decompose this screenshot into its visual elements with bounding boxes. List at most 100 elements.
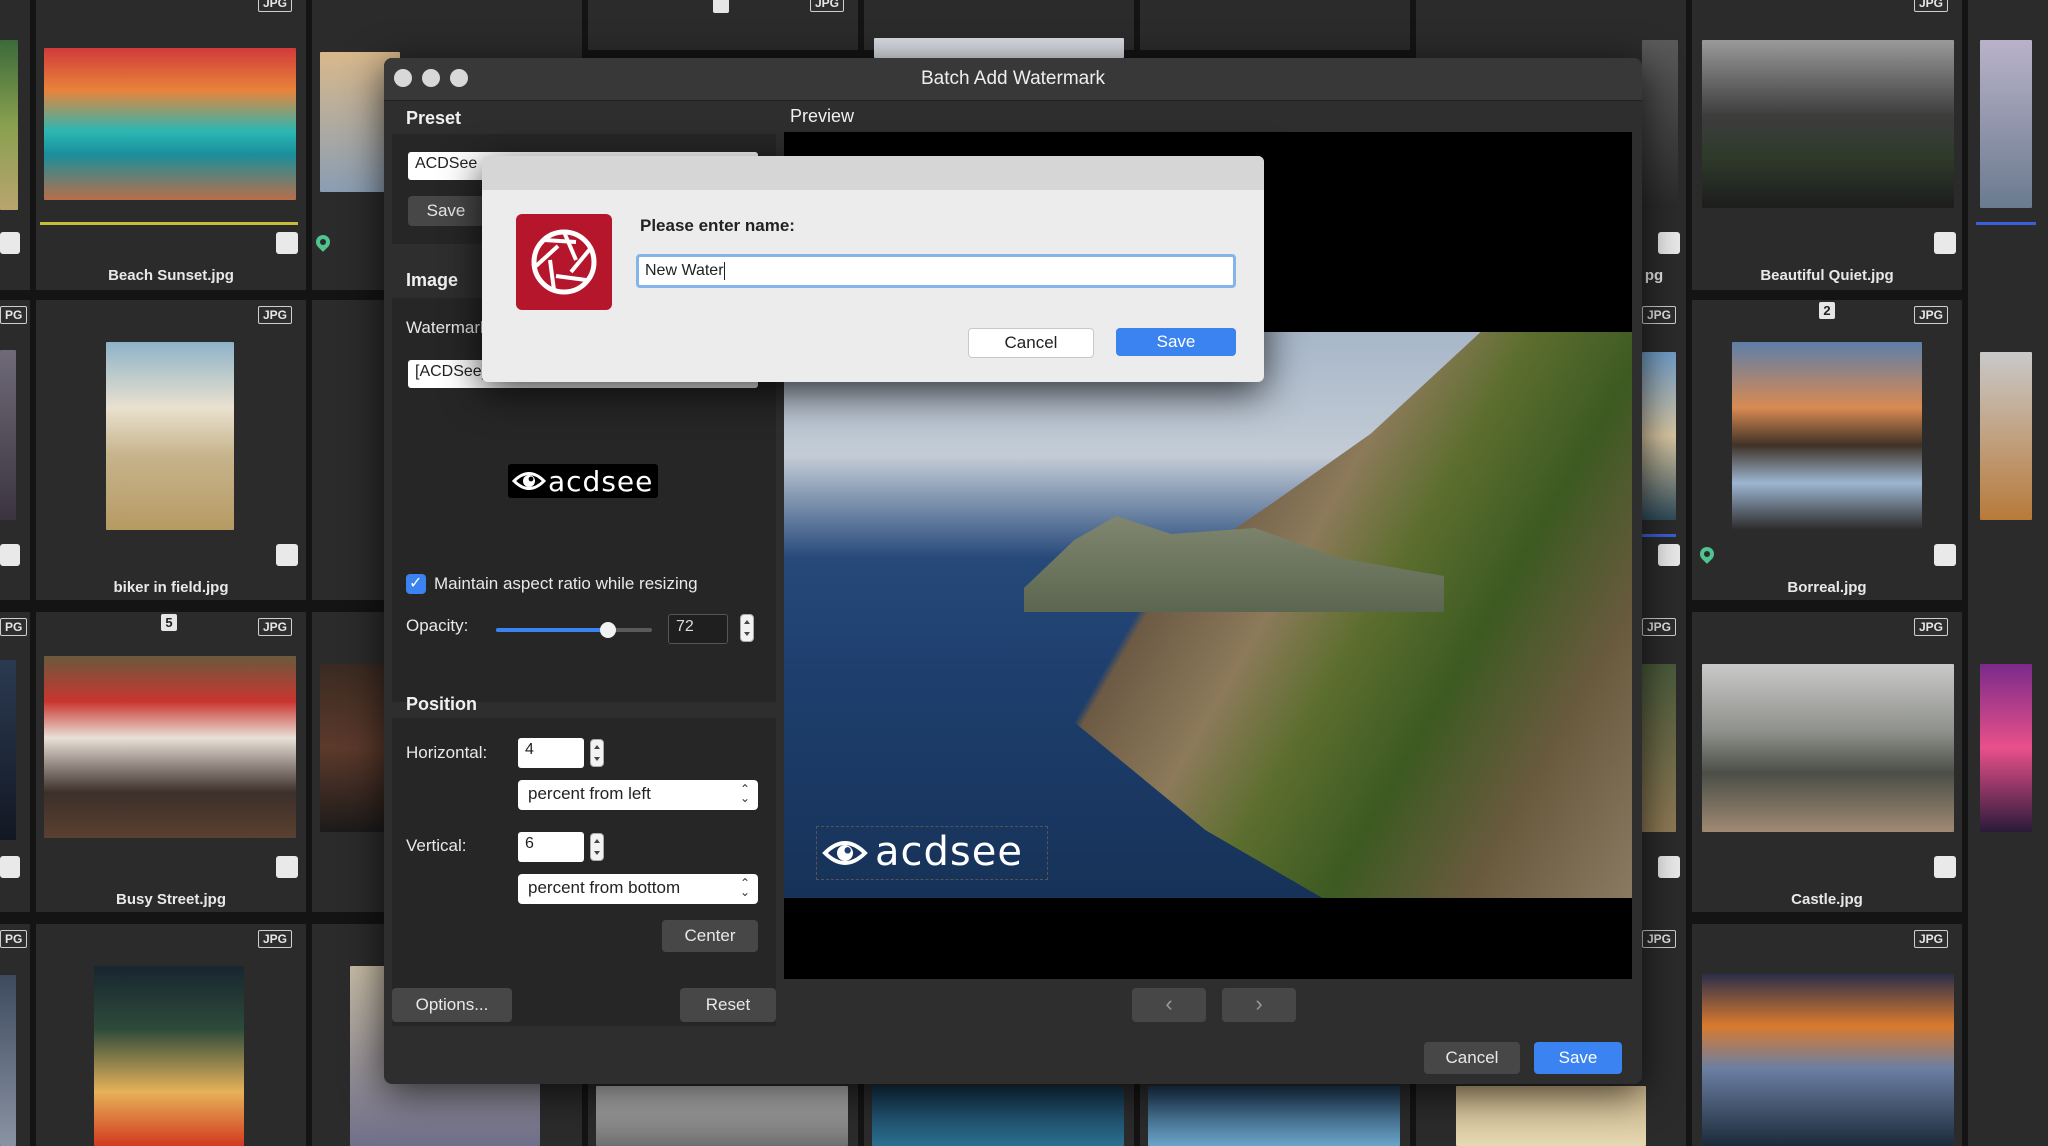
thumbnail-cell[interactable] bbox=[1140, 0, 1410, 50]
center-button[interactable]: Center bbox=[662, 920, 758, 952]
select-checkbox[interactable] bbox=[276, 544, 298, 566]
acdsee-eye-icon bbox=[822, 841, 868, 865]
cancel-button[interactable]: Cancel bbox=[1424, 1042, 1520, 1074]
thumbnail-image bbox=[1702, 664, 1954, 832]
preview-watermark: acdsee bbox=[816, 826, 1048, 880]
next-image-button[interactable]: › bbox=[1222, 988, 1296, 1022]
select-checkbox[interactable] bbox=[1658, 544, 1680, 566]
thumbnail-image bbox=[106, 342, 234, 530]
maintain-aspect-checkbox[interactable]: ✓ bbox=[406, 574, 426, 594]
file-type-badge: JPG bbox=[810, 0, 845, 12]
file-type-badge: JPG bbox=[1642, 618, 1677, 636]
position-panel bbox=[392, 718, 776, 1026]
preview-cliffs bbox=[1067, 332, 1632, 898]
horizontal-mode-value: percent from left bbox=[528, 784, 651, 803]
thumbnail-filename: Beautiful Quiet.jpg bbox=[1760, 267, 1894, 284]
vertical-stepper[interactable] bbox=[590, 833, 604, 861]
thumbnail-image bbox=[1732, 342, 1922, 530]
thumbnail-filename: Busy Street.jpg bbox=[115, 891, 227, 908]
thumbnail-image bbox=[0, 660, 16, 840]
file-type-badge: JPG bbox=[1914, 0, 1949, 12]
select-checkbox[interactable] bbox=[1658, 856, 1680, 878]
text-cursor bbox=[723, 262, 725, 280]
file-type-badge: PG bbox=[0, 930, 28, 948]
preview-photo: acdsee bbox=[784, 332, 1632, 898]
select-checkbox[interactable] bbox=[0, 544, 20, 566]
select-checkbox[interactable] bbox=[1934, 544, 1956, 566]
select-checkbox[interactable] bbox=[1934, 856, 1956, 878]
thumbnail-image bbox=[1642, 40, 1678, 208]
reset-button[interactable]: Reset bbox=[680, 988, 776, 1022]
thumbnail-image bbox=[872, 1086, 1124, 1146]
dialog-title: Batch Add Watermark bbox=[920, 68, 1106, 89]
watermark-logo-preview: acdsee bbox=[508, 464, 658, 498]
thumbnail-image bbox=[596, 1086, 848, 1146]
position-section-title: Position bbox=[406, 694, 477, 714]
thumbnail-image bbox=[320, 664, 390, 832]
file-type-badge: JPG bbox=[1914, 618, 1949, 636]
checkmark-icon: ✓ bbox=[409, 575, 423, 592]
file-type-badge: PG bbox=[0, 618, 28, 636]
thumbnail-image bbox=[1980, 664, 2032, 832]
thumbnail-image bbox=[1980, 352, 2032, 520]
logo-wordmark: acdsee bbox=[548, 465, 654, 498]
options-button[interactable]: Options... bbox=[392, 988, 512, 1022]
horizontal-stepper[interactable] bbox=[590, 739, 604, 767]
thumbnail-image bbox=[94, 966, 244, 1146]
thumbnail-image bbox=[1148, 1086, 1400, 1146]
selection-underline bbox=[1642, 534, 1676, 537]
thumbnail-image bbox=[44, 48, 296, 200]
thumbnail-image bbox=[0, 350, 16, 520]
thumbnail-filename: biker in field.jpg bbox=[113, 579, 229, 596]
thumbnail-image bbox=[1642, 664, 1676, 832]
file-type-badge: PG bbox=[0, 306, 28, 324]
select-checkbox[interactable] bbox=[276, 856, 298, 878]
stack-count-badge: 2 bbox=[1819, 302, 1835, 319]
thumbnail-filename: pg bbox=[1644, 267, 1664, 284]
prompt-question: Please enter name: bbox=[640, 216, 795, 235]
selection-underline bbox=[40, 222, 298, 225]
acdsee-aperture-icon bbox=[531, 229, 597, 295]
name-prompt-dialog: Please enter name: New Water Cancel Save bbox=[482, 156, 1264, 382]
opacity-stepper[interactable] bbox=[740, 614, 754, 642]
thumbnail-image bbox=[1642, 352, 1676, 520]
preset-name-input[interactable]: New Water bbox=[636, 254, 1236, 288]
vertical-mode-select[interactable]: percent from bottom ⌃ ⌄ bbox=[518, 874, 758, 904]
opacity-value-field[interactable]: 72 bbox=[668, 614, 728, 644]
thumbnail-filename: Beach Sunset.jpg bbox=[108, 267, 234, 284]
file-type-badge: JPG bbox=[1914, 930, 1949, 948]
select-arrows-icon: ⌃ ⌄ bbox=[739, 782, 750, 805]
preset-section-title: Preset bbox=[406, 108, 462, 128]
maintain-aspect-label: Maintain aspect ratio while resizing bbox=[434, 574, 698, 593]
select-checkbox[interactable] bbox=[1934, 232, 1956, 254]
prompt-save-button[interactable]: Save bbox=[1116, 328, 1236, 356]
previous-image-button[interactable]: ‹ bbox=[1132, 988, 1206, 1022]
prompt-cancel-button[interactable]: Cancel bbox=[968, 328, 1094, 358]
save-button[interactable]: Save bbox=[1534, 1042, 1622, 1074]
vertical-value-field[interactable]: 6 bbox=[518, 832, 584, 862]
preview-watermark-text: acdsee bbox=[875, 829, 1023, 875]
save-preset-button[interactable]: Save bbox=[408, 196, 484, 226]
thumbnail-image bbox=[1980, 40, 2032, 208]
opacity-label: Opacity: bbox=[406, 616, 469, 635]
thumbnail-image bbox=[1702, 40, 1954, 208]
select-checkbox[interactable] bbox=[276, 232, 298, 254]
horizontal-value-field[interactable]: 4 bbox=[518, 738, 584, 768]
thumbnail-filename: Borreal.jpg bbox=[1787, 579, 1867, 596]
image-section-title: Image bbox=[406, 270, 459, 290]
select-arrows-icon: ⌃ ⌄ bbox=[739, 876, 750, 899]
prompt-top-strip bbox=[482, 156, 1264, 190]
select-checkbox[interactable] bbox=[0, 232, 20, 254]
file-type-badge: JPG bbox=[258, 618, 293, 636]
vertical-label: Vertical: bbox=[406, 836, 467, 855]
acdsee-eye-icon bbox=[512, 472, 546, 490]
horizontal-mode-select[interactable]: percent from left ⌃ ⌄ bbox=[518, 780, 758, 810]
watermark-label: Watermark bbox=[406, 318, 489, 337]
vertical-mode-value: percent from bottom bbox=[528, 878, 681, 897]
selection-underline bbox=[1976, 222, 2036, 225]
file-type-badge: JPG bbox=[1914, 306, 1949, 324]
select-checkbox[interactable] bbox=[0, 856, 20, 878]
select-checkbox[interactable] bbox=[1658, 232, 1680, 254]
file-type-badge: JPG bbox=[258, 930, 293, 948]
opacity-slider-track[interactable] bbox=[496, 622, 652, 638]
